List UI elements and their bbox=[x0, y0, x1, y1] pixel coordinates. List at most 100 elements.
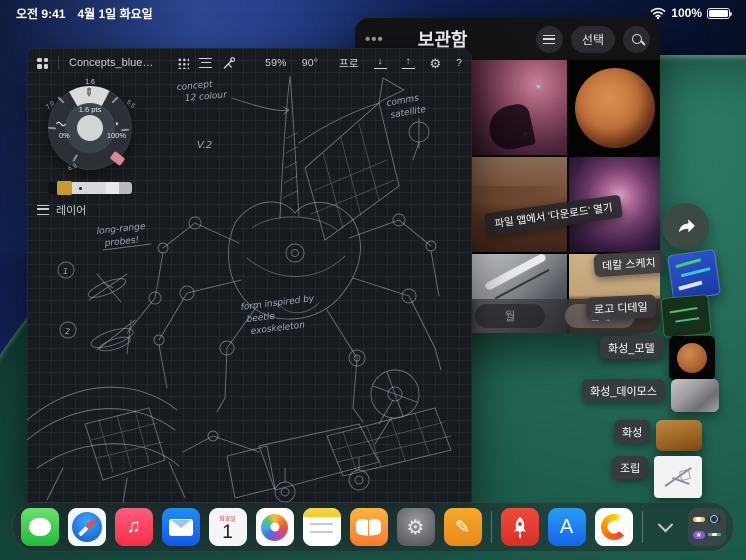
drag-item-mars[interactable]: 화성 bbox=[614, 420, 703, 451]
battery-percent: 100% bbox=[671, 6, 702, 20]
smoothing-icon bbox=[56, 121, 66, 127]
drag-item-assembly[interactable]: 조립 bbox=[612, 456, 703, 498]
swatch-gray[interactable] bbox=[119, 182, 132, 194]
music-icon[interactable]: ♫ bbox=[114, 508, 153, 546]
mail-icon[interactable] bbox=[161, 508, 200, 546]
annotation-probes: long-range bbox=[96, 222, 146, 237]
sketch-pen-icon[interactable]: ✎ bbox=[443, 508, 482, 546]
speech-bubble-icon bbox=[28, 518, 51, 536]
calendar-icon[interactable]: 화요일 1 bbox=[208, 508, 247, 546]
stroke-size-value: 1.6 pts bbox=[78, 105, 102, 114]
svg-text:beetle: beetle bbox=[246, 312, 276, 325]
color-swatch-bar[interactable] bbox=[48, 181, 132, 195]
layers-label: 레이어 bbox=[56, 205, 87, 217]
flower-icon bbox=[261, 513, 288, 541]
swatch-gold-active[interactable] bbox=[57, 181, 72, 195]
drag-item-label: 로고 디테일 bbox=[585, 294, 657, 321]
horsehead-nebula-photo[interactable] bbox=[472, 60, 567, 155]
list-icon bbox=[543, 34, 556, 44]
layers-icon bbox=[37, 205, 49, 215]
settings-gear-icon[interactable]: ⚙ bbox=[430, 57, 442, 70]
tool-wheel[interactable]: 1.6 ✎ 7.0 5.5 6.9 1.6 pts 0% 100% ◐ bbox=[45, 79, 136, 173]
pen-icon: ✎ bbox=[454, 516, 471, 537]
mars-model-thumbnail bbox=[668, 336, 715, 380]
zoom-level[interactable]: 59% bbox=[265, 57, 287, 69]
select-button[interactable]: 선택 bbox=[570, 25, 615, 53]
swatch-light-gray[interactable] bbox=[72, 182, 106, 194]
import-icon[interactable]: ↓ bbox=[373, 57, 387, 69]
battery-icon bbox=[707, 7, 732, 19]
logo-detail-thumbnail bbox=[660, 293, 712, 339]
photos-icon[interactable] bbox=[255, 508, 294, 546]
envelope-icon bbox=[168, 518, 193, 536]
notes-icon[interactable] bbox=[302, 508, 341, 546]
more-options-button[interactable]: ••• bbox=[365, 31, 384, 48]
drag-item-decal[interactable]: 데칼 스케치 bbox=[593, 248, 721, 302]
concepts-toolbar[interactable]: Concepts_blue… 59% 90° 프로 ↓ ↑ ⚙ ? bbox=[27, 48, 472, 78]
tool-wheel-knob[interactable] bbox=[77, 115, 103, 141]
gear-icon: ⚙ bbox=[406, 516, 425, 539]
mars-globe-photo[interactable] bbox=[569, 60, 660, 155]
mars-terrain-thumbnail bbox=[656, 420, 703, 451]
notes-header bbox=[302, 508, 341, 517]
annotation-marker-2: 2 bbox=[65, 327, 70, 336]
settings-icon[interactable]: ⚙ bbox=[396, 508, 435, 546]
annotation-version: V.2 bbox=[197, 140, 212, 151]
opacity-icon: ◐ bbox=[115, 119, 120, 128]
sketch-hull-robot bbox=[27, 386, 186, 505]
document-title[interactable]: Concepts_blue… bbox=[69, 57, 153, 69]
ipad-screen: 오전 9:41 4월 1일 화요일 100% ••• 보관함 선택 파일 앱에서… bbox=[0, 0, 746, 560]
pro-button[interactable]: 프로 bbox=[339, 56, 358, 71]
search-icon bbox=[631, 34, 642, 44]
drag-item-label: 데칼 스케치 bbox=[593, 249, 665, 278]
svg-text:probes!: probes! bbox=[103, 235, 139, 249]
drag-item-mars-model[interactable]: 화성_모델 bbox=[600, 336, 715, 380]
divider bbox=[58, 56, 59, 70]
status-bar: 오전 9:41 4월 1일 화요일 100% bbox=[0, 0, 746, 24]
rocket-glyph-icon bbox=[513, 517, 526, 538]
swatch-white[interactable] bbox=[106, 182, 119, 194]
drag-item-logo[interactable]: 로고 디테일 bbox=[585, 293, 712, 339]
drag-item-deimos[interactable]: 화성_데이모스 bbox=[582, 379, 719, 412]
annotation-marker-1: 1 bbox=[63, 267, 68, 276]
align-lines-icon[interactable] bbox=[199, 58, 213, 68]
books-icon[interactable] bbox=[349, 508, 388, 546]
concepts-window: concept 12 colour comms satellite V.2 lo… bbox=[27, 48, 472, 508]
rotation-angle[interactable]: 90° bbox=[302, 57, 318, 69]
calendar-day: 1 bbox=[222, 522, 233, 543]
app-store-icon[interactable]: A bbox=[547, 508, 586, 546]
view-options-button[interactable] bbox=[535, 25, 563, 53]
drag-item-label: 조립 bbox=[612, 456, 649, 479]
share-button[interactable] bbox=[662, 203, 709, 250]
vector-nib-icon[interactable] bbox=[222, 56, 236, 70]
search-button[interactable] bbox=[623, 25, 650, 53]
app-grid-icon[interactable] bbox=[37, 57, 48, 69]
deimos-thumbnail bbox=[670, 379, 719, 412]
sketch-rover-robot bbox=[182, 369, 452, 503]
help-button[interactable]: ? bbox=[456, 57, 462, 69]
compass-icon bbox=[71, 512, 102, 542]
dot-grid-icon[interactable] bbox=[177, 57, 190, 69]
assembly-sketch-thumbnail bbox=[654, 456, 703, 498]
annotation-inspired: form inspired by bbox=[240, 294, 315, 313]
app-folder-icon[interactable]: ★ bbox=[687, 508, 726, 546]
safari-icon[interactable] bbox=[67, 508, 106, 546]
layers-panel-toggle[interactable]: 레이어 bbox=[37, 202, 86, 218]
drag-item-label: 화성 bbox=[614, 420, 651, 443]
mini-app-icon bbox=[708, 515, 721, 524]
opacity-min: 0% bbox=[59, 131, 70, 140]
drag-item-label: 화성_데이모스 bbox=[582, 379, 665, 402]
export-icon[interactable]: ↑ bbox=[401, 57, 415, 69]
concepts-swirl-icon bbox=[600, 514, 627, 540]
date: 4월 1일 화요일 bbox=[77, 6, 153, 21]
chevron-down-icon[interactable] bbox=[657, 516, 673, 532]
decal-sketch-thumbnail bbox=[666, 248, 721, 302]
concepts-icon[interactable] bbox=[594, 508, 633, 546]
clock: 오전 9:41 bbox=[16, 6, 66, 21]
swatch-black[interactable] bbox=[48, 182, 57, 194]
messages-icon[interactable] bbox=[20, 508, 59, 546]
dock-divider bbox=[641, 511, 643, 543]
mini-app-icon bbox=[692, 516, 705, 522]
rocket-icon[interactable] bbox=[500, 508, 539, 546]
segment-months[interactable]: 월 bbox=[475, 304, 545, 328]
